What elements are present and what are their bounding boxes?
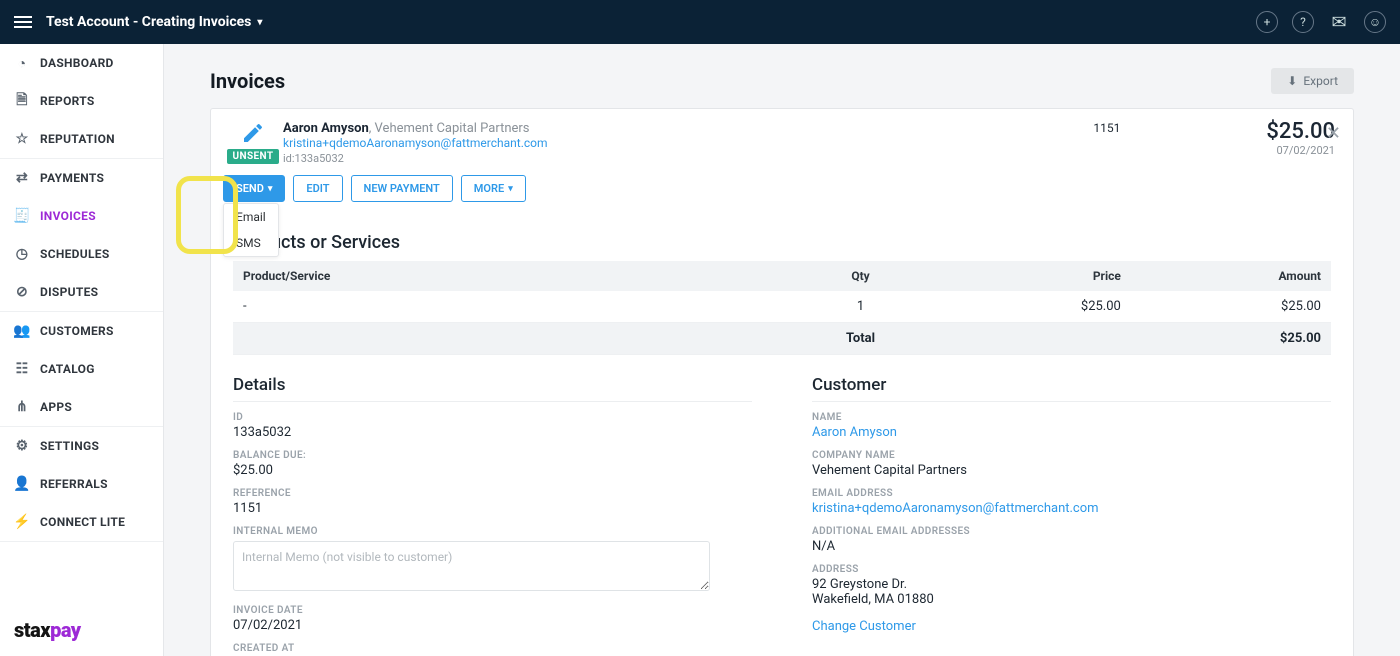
internal-memo-input[interactable] [233, 541, 710, 591]
close-icon[interactable]: ✕ [1326, 123, 1341, 144]
users-icon: 👥 [14, 323, 30, 339]
catalog-icon: ☷ [14, 361, 30, 377]
customer-address2: Wakefield, MA 01880 [812, 592, 1331, 607]
export-button[interactable]: ⬇Export [1271, 68, 1354, 94]
customer-company: Vehement Capital Partners [812, 463, 1331, 478]
details-title: Details [233, 375, 752, 402]
help-icon[interactable]: ? [1292, 11, 1314, 33]
invoice-amount: $25.00 [1266, 119, 1335, 144]
action-bar: SEND▾ Email SMS EDIT NEW PAYMENT MORE▾ [211, 175, 1353, 214]
logo: staxpay [14, 618, 81, 642]
table-total-row: Total $25.00 [233, 323, 1331, 355]
status-badge: UNSENT [227, 149, 280, 164]
invoice-card: UNSENT Aaron Amyson, Vehement Capital Pa… [210, 108, 1354, 656]
sidebar-item-customers[interactable]: 👥CUSTOMERS [0, 312, 163, 350]
main-content: Invoices ⬇Export UNSENT Aaron Amyson, Ve… [164, 44, 1400, 656]
sidebar-item-settings[interactable]: ⚙SETTINGS [0, 427, 163, 465]
send-dropdown: Email SMS [223, 203, 279, 257]
sidebar-item-connectlite[interactable]: ⚡CONNECT LITE [0, 503, 163, 541]
sidebar-item-reports[interactable]: 🗎REPORTS [0, 82, 163, 120]
dashboard-icon: ◔ [14, 55, 30, 71]
topbar: Test Account - Creating Invoices ▾ + ? ✉… [0, 0, 1400, 44]
customer-name-link[interactable]: Aaron Amyson [812, 425, 1331, 440]
new-payment-button[interactable]: NEW PAYMENT [351, 175, 453, 202]
sidebar-item-referrals[interactable]: 👤REFERRALS [0, 465, 163, 503]
alert-icon: ⊘ [14, 284, 30, 300]
col-price: Price [939, 261, 1131, 291]
change-customer-link[interactable]: Change Customer [812, 619, 1331, 634]
referrals-icon: 👤 [14, 476, 30, 492]
send-button[interactable]: SEND▾ [223, 175, 285, 202]
sidebar-item-invoices[interactable]: 🧾INVOICES [0, 197, 163, 235]
chevron-down-icon: ▾ [268, 184, 273, 194]
sidebar-item-schedules[interactable]: ◷SCHEDULES [0, 235, 163, 273]
invoice-customer-name: Aaron Amyson [283, 121, 369, 136]
products-table: Product/Service Qty Price Amount - 1 $25… [233, 261, 1331, 355]
customer-addl-emails: N/A [812, 539, 1331, 554]
sidebar-item-apps[interactable]: ⋔APPS [0, 388, 163, 426]
star-icon: ☆ [14, 131, 30, 147]
account-selector[interactable]: Test Account - Creating Invoices ▾ [46, 14, 262, 30]
bolt-icon: ⚡ [14, 514, 30, 530]
customer-address1: 92 Greystone Dr. [812, 577, 1331, 592]
more-button[interactable]: MORE▾ [461, 175, 526, 202]
send-sms-option[interactable]: SMS [224, 230, 278, 256]
page-title: Invoices [210, 69, 285, 93]
details-section: Details ID 133a5032 BALANCE DUE: $25.00 … [233, 375, 752, 656]
invoice-date: 07/02/2021 [1266, 144, 1335, 157]
col-product: Product/Service [233, 261, 782, 291]
account-name: Test Account - Creating Invoices [46, 14, 251, 30]
details-reference: 1151 [233, 501, 752, 516]
reports-icon: 🗎 [14, 93, 30, 109]
invoice-email[interactable]: kristina+qdemoAaronamyson@fattmerchant.c… [283, 136, 1093, 150]
details-id: 133a5032 [233, 425, 752, 440]
chevron-down-icon: ▾ [257, 17, 262, 28]
sidebar-item-payments[interactable]: ⇄PAYMENTS [0, 159, 163, 197]
customer-email-link[interactable]: kristina+qdemoAaronamyson@fattmerchant.c… [812, 501, 1331, 516]
table-row: - 1 $25.00 $25.00 [233, 291, 1331, 323]
customer-section: Customer NAME Aaron Amyson COMPANY NAME … [812, 375, 1331, 656]
clock-icon: ◷ [14, 246, 30, 262]
details-invoice-date: 07/02/2021 [233, 618, 752, 633]
details-balance: $25.00 [233, 463, 752, 478]
gear-icon: ⚙ [14, 438, 30, 454]
payments-icon: ⇄ [14, 170, 30, 186]
sidebar-item-disputes[interactable]: ⊘DISPUTES [0, 273, 163, 311]
send-email-option[interactable]: Email [224, 204, 278, 230]
add-icon[interactable]: + [1256, 11, 1278, 33]
invoice-reference: 1151 [1093, 121, 1240, 135]
download-icon: ⬇ [1287, 74, 1297, 88]
edit-pencil-icon[interactable] [241, 121, 265, 145]
sidebar-item-dashboard[interactable]: ◔DASHBOARD [0, 44, 163, 82]
invoices-icon: 🧾 [14, 208, 30, 224]
apps-icon: ⋔ [14, 399, 30, 415]
menu-toggle-icon[interactable] [14, 16, 32, 28]
col-amount: Amount [1131, 261, 1331, 291]
col-qty: Qty [782, 261, 939, 291]
profile-icon[interactable]: ☺ [1364, 11, 1386, 33]
chevron-down-icon: ▾ [508, 184, 513, 194]
chat-icon[interactable]: ✉ [1328, 11, 1350, 33]
sidebar-item-reputation[interactable]: ☆REPUTATION [0, 120, 163, 158]
invoice-id: 133a5032 [295, 152, 344, 165]
products-title: Products or Services [233, 232, 1331, 253]
customer-title: Customer [812, 375, 1331, 402]
sidebar-item-catalog[interactable]: ☷CATALOG [0, 350, 163, 388]
invoice-company: Vehement Capital Partners [375, 121, 530, 136]
edit-button[interactable]: EDIT [293, 175, 342, 202]
sidebar: ◔DASHBOARD 🗎REPORTS ☆REPUTATION ⇄PAYMENT… [0, 44, 164, 656]
